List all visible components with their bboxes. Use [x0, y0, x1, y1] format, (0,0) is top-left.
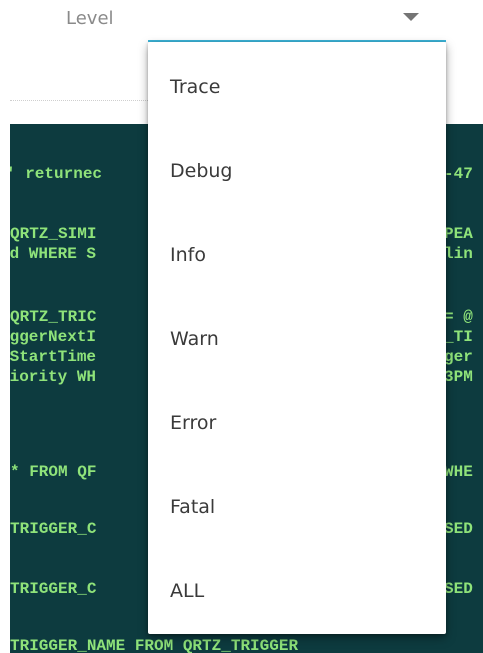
dotted-divider: [10, 100, 150, 101]
log-line: ed WHERE S: [10, 245, 97, 263]
log-line: * FROM QF: [10, 463, 97, 481]
log-line: riority WH: [10, 368, 97, 386]
menu-item-fatal[interactable]: Fatal: [148, 462, 446, 546]
menu-item-warn[interactable]: Warn: [148, 294, 446, 378]
log-line: PEA: [444, 225, 473, 243]
menu-item-label: Warn: [170, 328, 219, 350]
log-line: QRTZ_TRIC: [10, 308, 97, 326]
log-line: -47: [444, 165, 473, 183]
log-line: ' returnec: [10, 165, 103, 183]
log-line: iggerNextI: [10, 328, 97, 346]
menu-item-label: Info: [170, 244, 206, 266]
menu-item-error[interactable]: Error: [148, 378, 446, 462]
log-line: _TI: [444, 328, 473, 346]
log-line: TRIGGER_NAME FROM QRTZ_TRIGGER: [10, 637, 299, 653]
log-line: rStartTime: [10, 348, 97, 366]
menu-item-debug[interactable]: Debug: [148, 126, 446, 210]
log-line: SED: [444, 580, 473, 598]
log-line: QRTZ_SIMI: [10, 225, 97, 243]
log-line: 3PM: [444, 368, 473, 386]
level-dropdown-menu: Trace Debug Info Warn Error Fatal ALL: [148, 42, 446, 634]
log-line: ger: [444, 348, 473, 366]
chevron-down-icon[interactable]: [403, 13, 419, 21]
menu-item-all[interactable]: ALL: [148, 546, 446, 630]
menu-item-trace[interactable]: Trace: [148, 42, 446, 126]
menu-item-label: Trace: [170, 76, 221, 98]
log-line: TRIGGER_C: [10, 580, 97, 598]
log-line: WHE: [444, 463, 473, 481]
level-select-label: Level: [66, 8, 114, 29]
menu-item-label: Fatal: [170, 496, 216, 518]
menu-item-info[interactable]: Info: [148, 210, 446, 294]
menu-item-label: ALL: [170, 580, 205, 602]
menu-item-label: Debug: [170, 160, 233, 182]
level-select[interactable]: Level: [0, 0, 483, 48]
log-line: lin: [444, 245, 473, 263]
log-line: SED: [444, 520, 473, 538]
menu-item-label: Error: [170, 412, 217, 434]
log-line: = @: [444, 308, 473, 326]
log-line: TRIGGER_C: [10, 520, 97, 538]
page: Level ' returnec -47 QRTZ_SIMI PEA ed WH…: [0, 0, 483, 653]
